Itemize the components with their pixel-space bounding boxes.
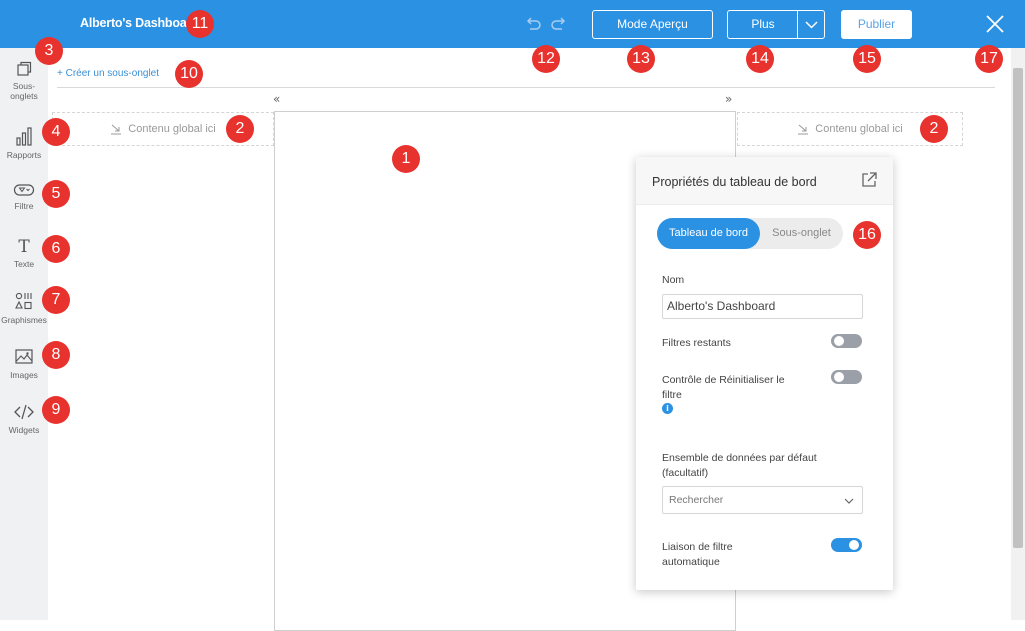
auto-link-toggle[interactable] — [831, 538, 862, 552]
reset-control-label: Contrôle de Réinitialiser le filtre — [662, 374, 785, 401]
annotation-badge: 6 — [42, 235, 70, 263]
sidebar-item-label: Widgets — [8, 425, 40, 435]
sidebar-item-reports[interactable]: Rapports — [0, 125, 48, 160]
chevron-down-icon — [844, 498, 854, 504]
tab-dashboard[interactable]: Tableau de bord — [657, 218, 760, 249]
top-bar: Alberto's Dashboard Mode Aperçu Plus Pub… — [0, 0, 1025, 48]
preview-mode-button[interactable]: Mode Aperçu — [592, 10, 713, 39]
annotation-badge: 3 — [35, 37, 63, 65]
auto-link-label: Liaison de filtre automatique — [662, 541, 733, 568]
name-field[interactable]: Alberto's Dashboard — [662, 294, 863, 319]
dashboard-title: Alberto's Dashboard — [80, 16, 199, 30]
annotation-badge: 1 — [392, 145, 420, 173]
svg-text:T: T — [18, 237, 30, 256]
annotation-badge: 10 — [175, 60, 203, 88]
info-icon[interactable]: i — [662, 403, 673, 414]
left-toolbar: Sous- onglets Rapports Filtre T Texte Gr… — [0, 48, 48, 620]
more-button[interactable]: Plus — [728, 11, 798, 38]
annotation-badge: 14 — [746, 45, 774, 73]
close-icon[interactable] — [983, 12, 1007, 36]
collapse-left-icon[interactable]: « — [273, 92, 280, 106]
chevron-down-icon[interactable] — [798, 11, 825, 38]
filter-icon — [13, 184, 35, 196]
publish-button[interactable]: Publier — [841, 10, 912, 39]
sidebar-item-label: Rapports — [6, 150, 42, 160]
toggle-knob — [849, 540, 859, 550]
annotation-badge: 2 — [920, 115, 948, 143]
dataset-label: Ensemble de données par défaut (facultat… — [662, 452, 817, 479]
undo-icon[interactable] — [522, 13, 544, 35]
dashboard-properties-panel: Propriétés du tableau de bord Tableau de… — [636, 157, 893, 590]
sidebar-item-label: Images — [10, 370, 38, 380]
annotation-badge: 7 — [42, 286, 70, 314]
scrollbar-thumb[interactable] — [1013, 68, 1023, 548]
reset-control-toggle[interactable] — [831, 370, 862, 384]
sidebar-item-label: Filtre — [14, 201, 34, 211]
sidebar-item-images[interactable]: Images — [0, 347, 48, 380]
drop-arrow-icon — [111, 124, 122, 135]
toggle-knob — [834, 336, 844, 346]
annotation-badge: 11 — [186, 10, 214, 38]
image-icon — [15, 349, 33, 364]
sidebar-item-shapes[interactable]: Graphismes — [0, 290, 48, 325]
subtabs-icon — [17, 61, 32, 76]
default-dataset-select[interactable]: Rechercher — [662, 486, 863, 514]
more-split-button: Plus — [727, 10, 825, 39]
annotation-badge: 4 — [42, 118, 70, 146]
annotation-badge: 13 — [627, 45, 655, 73]
create-subtab-link[interactable]: + Créer un sous-onglet — [57, 68, 159, 79]
annotation-badge: 5 — [42, 180, 70, 208]
popout-icon[interactable] — [860, 171, 878, 189]
redo-icon[interactable] — [548, 13, 570, 35]
tab-subtab[interactable]: Sous-onglet — [760, 218, 843, 249]
annotation-badge: 16 — [853, 221, 881, 249]
annotation-badge: 9 — [42, 396, 70, 424]
sidebar-item-filter[interactable]: Filtre — [0, 182, 48, 211]
code-icon — [14, 404, 34, 420]
sidebar-item-subtabs[interactable]: Sous- onglets — [0, 60, 48, 101]
shapes-icon — [15, 292, 32, 310]
sidebar-item-label: Graphismes — [1, 315, 47, 325]
global-content-label: Contenu global ici — [128, 123, 216, 135]
text-icon: T — [18, 237, 30, 256]
annotation-badge: 12 — [532, 45, 560, 73]
annotation-badge: 17 — [975, 45, 1003, 73]
bar-chart-icon — [16, 127, 32, 146]
panel-header: Propriétés du tableau de bord — [636, 157, 893, 205]
collapse-right-icon[interactable]: » — [725, 92, 732, 106]
global-content-label: Contenu global ici — [815, 123, 903, 135]
annotation-badge: 8 — [42, 341, 70, 369]
remaining-filters-toggle[interactable] — [831, 334, 862, 348]
drop-arrow-icon — [798, 124, 809, 135]
remaining-filters-label: Filtres restants — [662, 337, 731, 349]
panel-title: Propriétés du tableau de bord — [652, 175, 817, 189]
sidebar-item-label: Texte — [13, 259, 35, 269]
sidebar-item-text[interactable]: T Texte — [0, 236, 48, 269]
sidebar-item-widgets[interactable]: Widgets — [0, 402, 48, 435]
dataset-placeholder: Rechercher — [669, 494, 724, 506]
scope-segmented-control: Tableau de bord Sous-onglet — [657, 218, 843, 249]
name-label: Nom — [662, 274, 685, 286]
subtab-divider — [57, 87, 995, 88]
toggle-knob — [834, 372, 844, 382]
annotation-badge: 15 — [853, 45, 881, 73]
annotation-badge: 2 — [226, 115, 254, 143]
sidebar-item-label: Sous- onglets — [10, 81, 38, 101]
